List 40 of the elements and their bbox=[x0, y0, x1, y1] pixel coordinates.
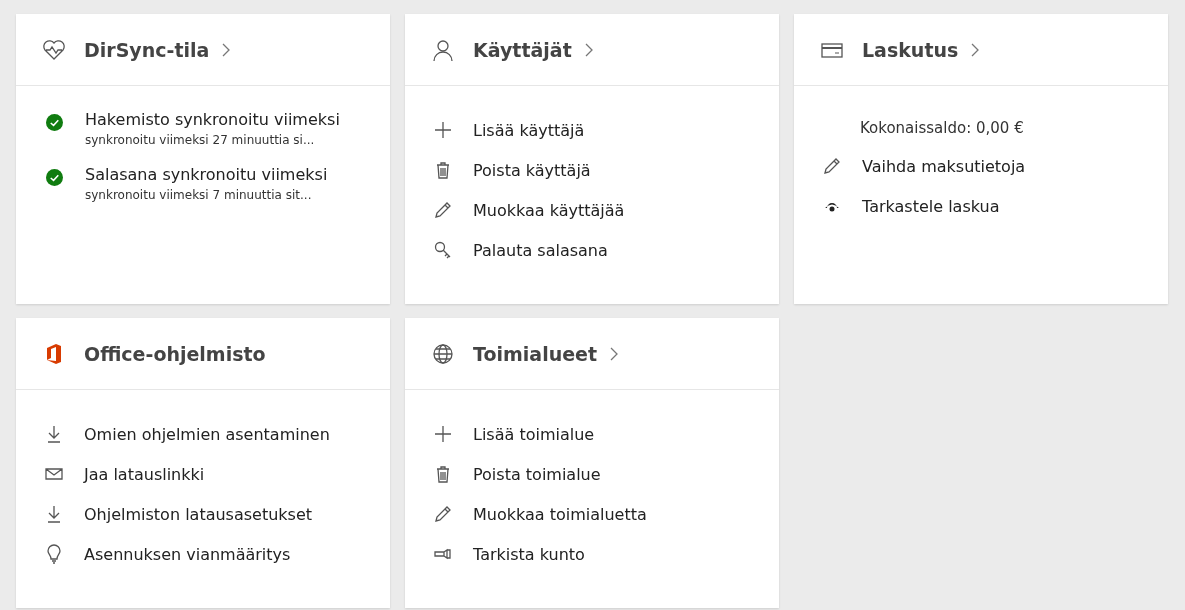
light-bulb-icon bbox=[44, 544, 64, 564]
chevron-right-icon[interactable] bbox=[970, 42, 981, 57]
action-link[interactable]: Poista käyttäjä bbox=[473, 160, 591, 180]
card-title-link[interactable]: Käyttäjät bbox=[473, 38, 572, 61]
plus-icon bbox=[433, 424, 453, 444]
balance-text: Kokonaissaldo: 0,00 € bbox=[859, 118, 1025, 139]
card-title-link[interactable]: DirSync-tila bbox=[84, 38, 210, 61]
check-circle-icon bbox=[46, 169, 63, 186]
status-label: Hakemisto synkronoitu viimeksi bbox=[85, 110, 340, 129]
action-link[interactable]: Muokkaa toimialuetta bbox=[473, 504, 647, 524]
action-link[interactable]: Muokkaa käyttäjää bbox=[473, 200, 625, 220]
action-link[interactable]: Ohjelmiston latausasetukset bbox=[84, 504, 313, 524]
status-detail: synkronoitu viimeksi 7 minuuttia sit... bbox=[85, 188, 313, 202]
action-link[interactable]: Lisää käyttäjä bbox=[473, 120, 585, 140]
card-title: Office-ohjelmisto bbox=[84, 342, 266, 365]
action-link[interactable]: Jaa latauslinkki bbox=[84, 464, 205, 484]
plus-icon bbox=[433, 120, 453, 140]
status-detail: synkronoitu viimeksi 27 minuuttia si... bbox=[85, 133, 316, 147]
status-label: Salasana synkronoitu viimeksi bbox=[85, 165, 328, 184]
heart-icon bbox=[42, 37, 66, 62]
action-link[interactable]: Tarkastele laskua bbox=[862, 196, 1000, 216]
action-link[interactable]: Omien ohjelmien asentaminen bbox=[84, 424, 330, 444]
action-link[interactable]: Asennuksen vianmääritys bbox=[84, 544, 291, 564]
chevron-right-icon[interactable] bbox=[221, 42, 232, 57]
check-circle-icon bbox=[46, 114, 63, 131]
pencil-icon bbox=[433, 200, 453, 220]
action-link[interactable]: Vaihda maksutietoja bbox=[862, 156, 1026, 176]
action-link[interactable]: Lisää toimialue bbox=[473, 424, 595, 444]
action-link[interactable]: Palauta salasana bbox=[473, 240, 608, 260]
chevron-right-icon[interactable] bbox=[583, 42, 594, 57]
card-title-link[interactable]: Laskutus bbox=[862, 38, 959, 61]
chevron-right-icon[interactable] bbox=[609, 346, 620, 361]
globe-icon bbox=[431, 341, 455, 366]
action-link[interactable]: Tarkista kunto bbox=[473, 544, 585, 564]
person-icon bbox=[431, 37, 455, 62]
pencil-icon bbox=[822, 156, 842, 176]
card-title-link[interactable]: Toimialueet bbox=[473, 342, 598, 365]
pencil-icon bbox=[433, 504, 453, 524]
action-link[interactable]: Poista toimialue bbox=[473, 464, 601, 484]
key-icon bbox=[433, 240, 453, 260]
